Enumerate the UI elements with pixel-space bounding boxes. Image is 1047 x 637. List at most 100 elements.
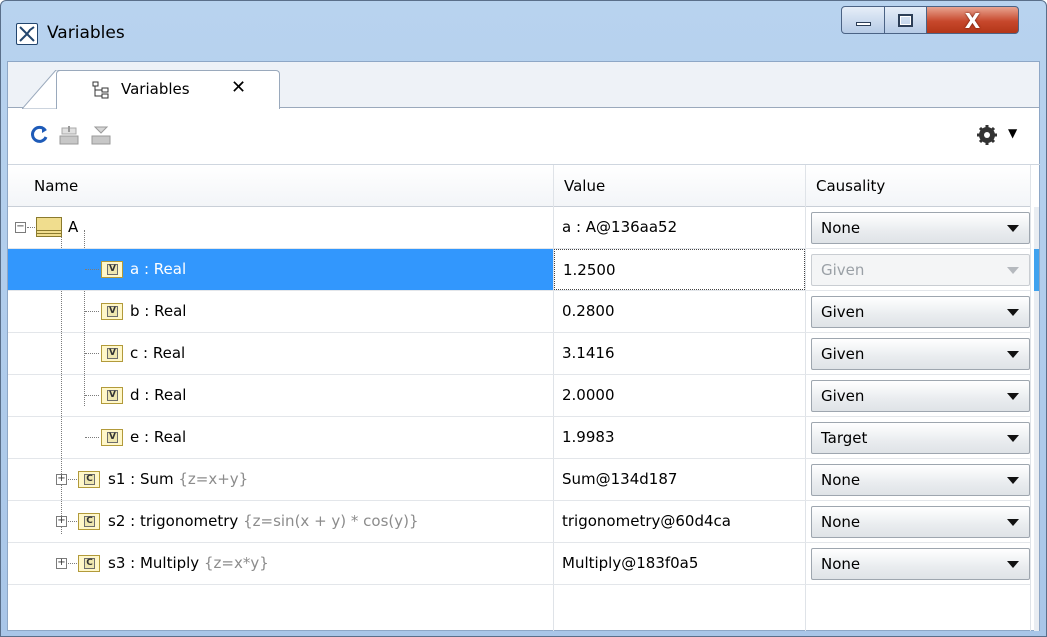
causality-dropdown[interactable]: Given	[811, 254, 1030, 286]
table-row[interactable]: V a : Real 1.2500 Given	[8, 249, 1030, 291]
value-cell[interactable]: 1.2500	[554, 249, 805, 290]
row-value: 2.0000	[562, 386, 615, 404]
row-name: c : Real	[130, 344, 186, 362]
tree-guide-line	[85, 353, 99, 354]
variable-icon: V	[101, 345, 123, 362]
table-row[interactable]: + C s1 : Sum {z=x+y} Sum@134d187 None	[8, 459, 1030, 501]
close-window-button[interactable]: X	[927, 6, 1019, 34]
row-value: Sum@134d187	[562, 470, 678, 488]
row-name: a : Real	[130, 260, 187, 278]
variable-letter: V	[107, 348, 118, 359]
tab-close-icon[interactable]: ✕	[231, 77, 246, 98]
panel-content: Variables ✕ ▼ Name Value Causality − A a…	[7, 61, 1040, 631]
row-name: s2 : trigonometry	[108, 512, 244, 530]
tree-guide-line	[85, 437, 99, 438]
chevron-down-icon	[1007, 435, 1019, 442]
class-icon-bar	[37, 233, 61, 234]
chevron-down-icon	[1007, 309, 1019, 316]
name-cell: + C s1 : Sum {z=x+y}	[8, 459, 553, 500]
variable-letter: V	[107, 264, 118, 275]
causality-dropdown[interactable]: Target	[811, 422, 1030, 454]
expand-icon[interactable]: +	[56, 474, 67, 485]
component-icon: C	[78, 555, 100, 572]
causality-value: None	[821, 219, 861, 237]
causality-cell: None	[806, 459, 1030, 500]
value-cell[interactable]: 0.2800	[554, 291, 805, 332]
causality-cell: None	[806, 543, 1030, 584]
causality-value: Given	[821, 303, 865, 321]
causality-dropdown[interactable]: None	[811, 506, 1030, 538]
value-cell[interactable]: Multiply@183f0a5	[554, 543, 805, 584]
table-row[interactable]: V d : Real 2.0000 Given	[8, 375, 1030, 417]
variables-table: Name Value Causality − A a : A@136aa52 N…	[8, 164, 1040, 631]
row-name: b : Real	[130, 302, 187, 320]
toolbar: ▼	[8, 109, 1039, 163]
causality-cell: None	[806, 207, 1030, 248]
minimize-button[interactable]	[841, 6, 885, 34]
component-letter: C	[84, 558, 95, 569]
close-icon: X	[964, 9, 981, 33]
chevron-down-icon	[1007, 351, 1019, 358]
value-cell[interactable]: 3.1416	[554, 333, 805, 374]
causality-dropdown[interactable]: None	[811, 212, 1030, 244]
tab-strip: Variables ✕	[8, 62, 1039, 109]
variable-letter: V	[107, 390, 118, 401]
row-expression: {z=sin(x + y) * cos(y)}	[243, 512, 419, 530]
table-row[interactable]: V e : Real 1.9983 Target	[8, 417, 1030, 459]
causality-cell: Given	[806, 291, 1030, 332]
component-letter: C	[84, 474, 95, 485]
refresh-icon[interactable]	[28, 124, 50, 150]
causality-dropdown[interactable]: Given	[811, 380, 1030, 412]
maximize-button[interactable]	[885, 6, 927, 34]
row-value: 1.9983	[562, 428, 615, 446]
row-expression: {z=x+y}	[178, 470, 249, 488]
value-cell[interactable]: Sum@134d187	[554, 459, 805, 500]
name-cell: − A	[8, 207, 553, 248]
column-header-value[interactable]: Value	[564, 177, 605, 195]
row-name: A	[68, 218, 79, 236]
row-value: a : A@136aa52	[562, 218, 678, 236]
options-caret-icon[interactable]: ▼	[1008, 126, 1017, 140]
row-name: e : Real	[130, 428, 187, 446]
value-cell[interactable]: a : A@136aa52	[554, 207, 805, 248]
table-row[interactable]: − A a : A@136aa52 None	[8, 207, 1030, 249]
causality-cell: Given	[806, 375, 1030, 416]
variable-icon: V	[101, 429, 123, 446]
collapse-icon[interactable]: −	[15, 222, 26, 233]
causality-dropdown[interactable]: None	[811, 464, 1030, 496]
title-bar[interactable]: Variables X	[1, 1, 1046, 61]
table-row[interactable]: V c : Real 3.1416 Given	[8, 333, 1030, 375]
table-row[interactable]: + C s3 : Multiply {z=x*y} Multiply@183f0…	[8, 543, 1030, 585]
chevron-down-icon	[1007, 393, 1019, 400]
value-cell[interactable]: 2.0000	[554, 375, 805, 416]
variable-icon: V	[101, 303, 123, 320]
column-divider	[1030, 165, 1031, 631]
expand-icon[interactable]: +	[56, 558, 67, 569]
name-cell: + C s3 : Multiply {z=x*y}	[8, 543, 553, 584]
tab-variables[interactable]: Variables ✕	[56, 70, 280, 109]
selection-marker	[1034, 249, 1039, 291]
tree-guide-line	[68, 521, 77, 522]
value-cell[interactable]: trigonometry@60d4ca	[554, 501, 805, 542]
value-cell[interactable]: 1.9983	[554, 417, 805, 458]
causality-dropdown[interactable]: None	[811, 548, 1030, 580]
class-icon	[36, 217, 62, 237]
tab-label: Variables	[121, 80, 190, 98]
causality-cell: Target	[806, 417, 1030, 458]
export-icon[interactable]	[90, 124, 112, 150]
row-value: 3.1416	[562, 344, 615, 362]
import-icon[interactable]	[58, 124, 80, 150]
table-row[interactable]: + C s2 : trigonometry {z=sin(x + y) * co…	[8, 501, 1030, 543]
row-expression: {z=x*y}	[203, 554, 269, 572]
name-cell: V a : Real	[8, 249, 553, 290]
column-header-name[interactable]: Name	[34, 177, 78, 195]
causality-cell: None	[806, 501, 1030, 542]
causality-dropdown[interactable]: Given	[811, 338, 1030, 370]
expand-icon[interactable]: +	[56, 516, 67, 527]
tree-guide-line	[27, 227, 35, 228]
causality-dropdown[interactable]: Given	[811, 296, 1030, 328]
column-header-causality[interactable]: Causality	[816, 177, 885, 195]
gear-icon[interactable]	[976, 124, 998, 150]
table-row[interactable]: V b : Real 0.2800 Given	[8, 291, 1030, 333]
name-cell: V e : Real	[8, 417, 553, 458]
